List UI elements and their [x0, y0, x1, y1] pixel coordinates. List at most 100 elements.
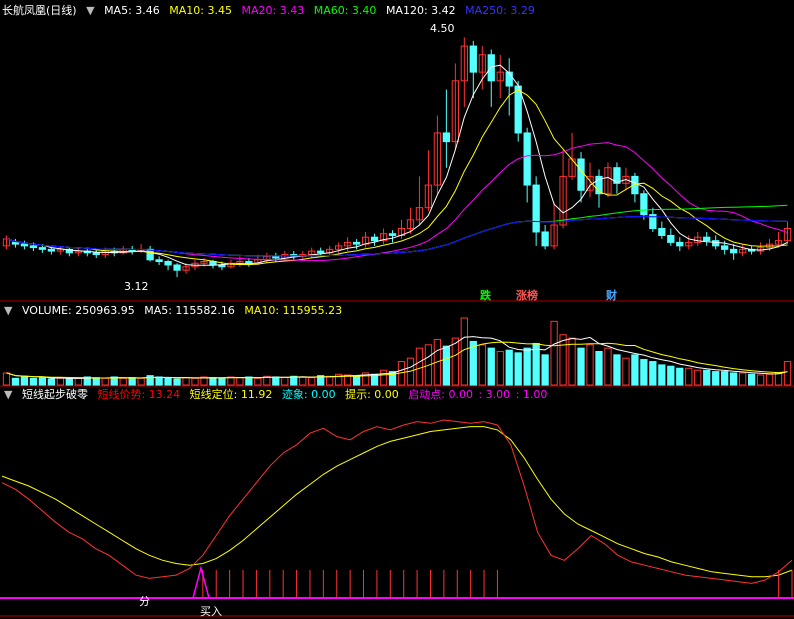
volume-bar: [137, 377, 145, 386]
candle-body: [640, 193, 648, 216]
fen-label: 分: [139, 595, 150, 608]
volume-bar: [128, 377, 136, 386]
volume-bar: [694, 369, 702, 386]
ma60-label: MA60: 3.40: [313, 4, 377, 17]
volume-bar: [568, 337, 576, 386]
volume-bar: [379, 369, 388, 386]
volume-bar: [164, 377, 172, 386]
volume-bar: [254, 377, 262, 386]
volume-bar: [487, 347, 495, 386]
volume-bar: [236, 377, 244, 386]
volume-bar: [352, 375, 361, 386]
volume-bar: [227, 376, 235, 386]
volume-bar: [478, 344, 486, 386]
candle-body: [469, 45, 477, 73]
ma120-label: MA120: 3.42: [385, 4, 456, 17]
volume-bar: [658, 364, 666, 386]
candle-body: [667, 234, 675, 243]
candle-body: [703, 236, 711, 242]
candle-body: [532, 184, 540, 233]
candle-body: [712, 240, 720, 247]
value-1-label: : 1.00: [515, 388, 548, 401]
volume-bar: [29, 377, 38, 386]
volume-bar: [685, 367, 693, 386]
buy-signal-marker: [192, 565, 210, 599]
volume-bar: [119, 377, 127, 386]
volume-bar: [703, 369, 711, 386]
hint-label: 提示: 0.00: [345, 388, 399, 401]
stock-chart: 长航凤凰(日线) ▼ MA5: 3.46 MA10: 3.45 MA20: 3.…: [0, 0, 794, 618]
indicator-position-line: [1, 426, 793, 578]
volume-bar: [783, 361, 792, 386]
indicator-dropdown-icon[interactable]: ▼: [4, 388, 12, 401]
candle-body: [146, 248, 154, 261]
start-point-label: 启动点: 0.00: [408, 388, 473, 401]
volume-bar: [559, 334, 567, 386]
candle-body: [317, 250, 325, 254]
ma5-label: MA5: 3.46: [104, 4, 160, 17]
volume-bar: [20, 376, 29, 386]
candle-body: [38, 247, 47, 250]
dropdown-icon[interactable]: ▼: [86, 4, 94, 17]
candle-body: [676, 241, 684, 247]
candle-body: [388, 233, 397, 236]
volume-bar: [496, 351, 504, 386]
volume-bar: [586, 344, 594, 386]
volume-bar: [281, 377, 289, 386]
candle-body: [505, 71, 513, 87]
candle-body: [523, 132, 531, 186]
position-label: 短线定位: 11.92: [189, 388, 273, 401]
event-marker-rank[interactable]: 涨榜: [516, 287, 538, 303]
ma250-label: MA250: 3.29: [465, 4, 535, 17]
volume-bar: [712, 371, 720, 386]
volume-header: ▼ VOLUME: 250963.95 MA5: 115582.16 MA10:…: [4, 304, 348, 318]
volume-bar: [308, 377, 316, 386]
candle-body: [370, 236, 379, 242]
event-marker-finance[interactable]: 财: [606, 287, 617, 303]
candle-body: [20, 243, 29, 247]
volume-bar: [774, 372, 783, 386]
volume-bar: [577, 347, 585, 386]
candle-body: [442, 132, 451, 143]
event-marker-fall[interactable]: 跌: [480, 287, 491, 303]
candle-body: [577, 158, 585, 191]
price-header: 长航凤凰(日线) ▼ MA5: 3.46 MA10: 3.45 MA20: 3.…: [2, 4, 541, 18]
volume-bar: [640, 359, 648, 386]
volume-bar: [11, 377, 20, 386]
ma10-label: MA10: 3.45: [169, 4, 232, 17]
indicator-name[interactable]: 短线起步破零: [22, 388, 88, 401]
volume-bar: [101, 377, 109, 386]
stock-title[interactable]: 长航凤凰(日线): [2, 4, 77, 17]
volume-bar: [747, 373, 756, 386]
ma20-label: MA20: 3.43: [241, 4, 305, 17]
volume-bar: [622, 357, 630, 386]
volume-bar: [505, 349, 513, 386]
low-price-label: 3.12: [124, 280, 149, 293]
volume-bar: [272, 376, 280, 386]
candle-body: [352, 241, 361, 245]
volume-bar: [523, 347, 531, 386]
high-price-label: 4.50: [430, 22, 455, 35]
price-momentum-label: 短线价势: 13.24: [97, 388, 181, 401]
candle-body: [164, 261, 172, 266]
volume-bar: [56, 377, 64, 386]
candle-body: [11, 241, 20, 245]
volume-ma10-label: MA10: 115955.23: [244, 304, 343, 317]
volume-label: VOLUME: 250963.95: [21, 304, 135, 317]
volume-bar: [2, 372, 11, 386]
volume-dropdown-icon[interactable]: ▼: [4, 304, 12, 317]
volume-bar: [451, 337, 459, 386]
indicator-momentum-line: [1, 419, 793, 584]
volume-bar: [415, 347, 424, 386]
volume-bar: [604, 347, 612, 386]
volume-bar: [47, 378, 56, 386]
candle-body: [541, 231, 549, 247]
volume-bar: [756, 374, 765, 386]
volume-bar: [74, 377, 82, 386]
volume-bar: [65, 378, 73, 386]
candle-body: [155, 259, 163, 263]
volume-bar: [155, 376, 163, 386]
candle-body: [245, 261, 253, 264]
volume-bar: [541, 354, 549, 386]
volume-bar: [613, 354, 621, 386]
